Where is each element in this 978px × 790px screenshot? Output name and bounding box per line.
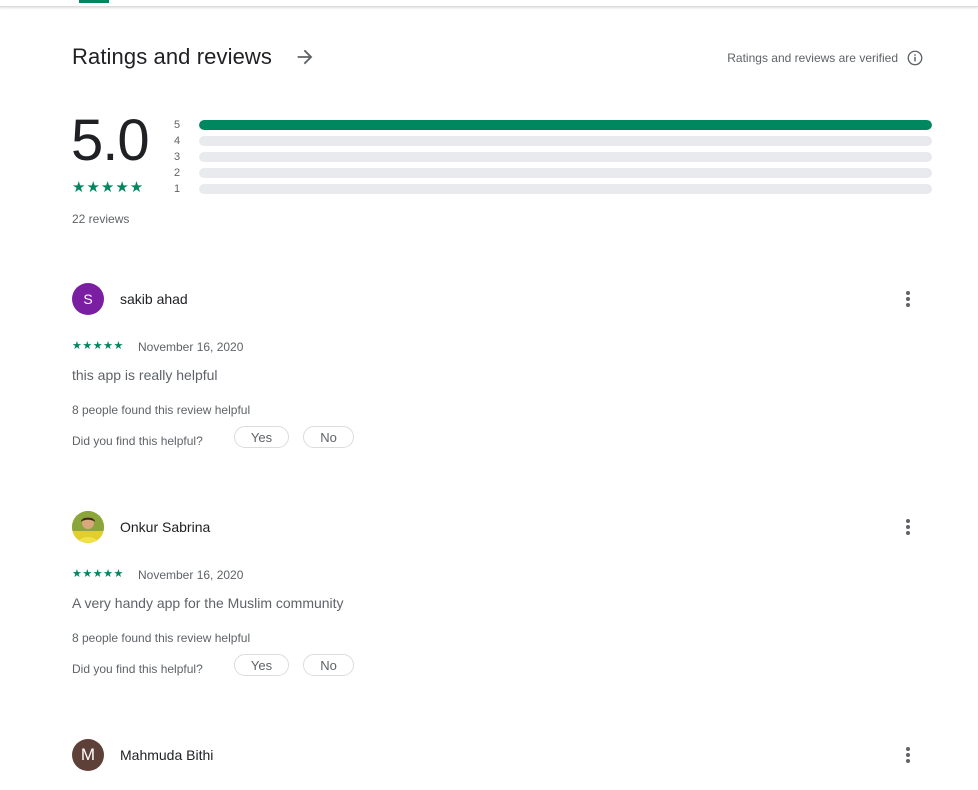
rating-distribution: 5 4 3 2 1: [174, 118, 934, 198]
review-text: this app is really helpful: [72, 367, 218, 383]
helpful-question: Did you find this helpful?: [72, 662, 203, 676]
top-divider: [0, 0, 978, 7]
rating-bar-row: 4: [174, 134, 934, 150]
rating-bar-label: 1: [174, 183, 181, 195]
ratings-header: Ratings and reviews Ratings and reviews …: [72, 42, 932, 74]
rating-bar-label: 4: [174, 135, 181, 147]
rating-bar-track: [199, 136, 932, 146]
section-title: Ratings and reviews: [72, 44, 272, 69]
rating-bar-fill: [199, 120, 932, 130]
verified-label: Ratings and reviews are verified: [727, 51, 898, 65]
rating-bar-label: 3: [174, 151, 181, 163]
helpful-count: 8 people found this review helpful: [72, 403, 251, 417]
review-card: Onkur Sabrina ★★★★★ November 16, 2020 A …: [72, 511, 932, 681]
rating-bar-track: [199, 120, 932, 130]
reviewer-name: Mahmuda Bithi: [120, 747, 214, 763]
helpful-question: Did you find this helpful?: [72, 434, 203, 448]
review-stars: ★★★★★: [72, 568, 124, 580]
reviewer-name: sakib ahad: [120, 291, 188, 307]
rating-bar-row: 5: [174, 118, 934, 134]
more-vert-icon[interactable]: [898, 515, 918, 539]
more-vert-icon[interactable]: [898, 743, 918, 767]
review-card: S sakib ahad ★★★★★ November 16, 2020 thi…: [72, 283, 932, 453]
review-count: 22 reviews: [72, 212, 130, 226]
avatar: S: [72, 283, 104, 315]
rating-bar-track: [199, 168, 932, 178]
rating-bar-track: [199, 184, 932, 194]
rating-bar-row: 3: [174, 150, 934, 166]
avatar: M: [72, 739, 104, 771]
rating-bar-label: 2: [174, 167, 181, 179]
review-date: November 16, 2020: [138, 340, 244, 354]
profile-photo-icon: [72, 511, 104, 543]
helpful-count: 8 people found this review helpful: [72, 631, 251, 645]
arrow-right-icon[interactable]: [294, 46, 316, 68]
active-tab-indicator: [79, 0, 109, 3]
yes-button[interactable]: Yes: [234, 654, 289, 676]
review-card: M Mahmuda Bithi: [72, 739, 932, 779]
no-button[interactable]: No: [303, 654, 354, 676]
rating-bar-row: 2: [174, 166, 934, 182]
rating-bar-row: 1: [174, 182, 934, 198]
info-icon[interactable]: [906, 49, 924, 67]
review-date: November 16, 2020: [138, 568, 244, 582]
average-score: 5.0: [71, 108, 150, 173]
review-text: A very handy app for the Muslim communit…: [72, 595, 344, 611]
average-stars: ★★★★★: [72, 179, 145, 196]
more-vert-icon[interactable]: [898, 287, 918, 311]
rating-bar-label: 5: [174, 119, 181, 131]
avatar: [72, 511, 104, 543]
review-stars: ★★★★★: [72, 340, 124, 352]
yes-button[interactable]: Yes: [234, 426, 289, 448]
no-button[interactable]: No: [303, 426, 354, 448]
reviewer-name: Onkur Sabrina: [120, 519, 211, 535]
rating-bar-track: [199, 152, 932, 162]
